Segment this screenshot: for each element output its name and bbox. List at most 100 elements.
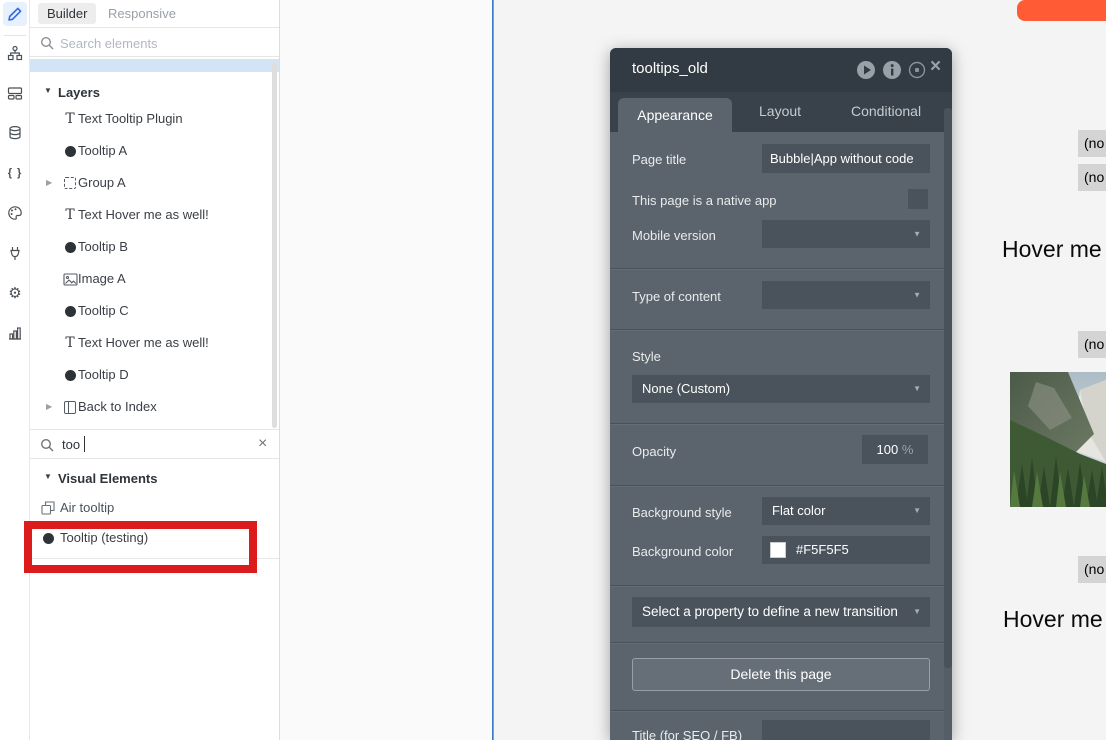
canvas-hover-text[interactable]: Hover me xyxy=(1002,236,1102,263)
dialog-scrollbar-thumb[interactable] xyxy=(944,108,952,668)
visual-elements-section-header[interactable]: ▼ Visual Elements xyxy=(30,468,279,490)
chevron-down-icon: ▼ xyxy=(913,291,921,300)
section-divider xyxy=(610,268,952,269)
background-color-label: Background color xyxy=(632,544,733,559)
plugins-plug-icon[interactable] xyxy=(3,241,27,265)
type-of-content-label: Type of content xyxy=(632,289,721,304)
search-result-item[interactable]: Air tooltip xyxy=(30,496,279,520)
chevron-down-icon: ▼ xyxy=(44,472,52,481)
air-tooltip-icon xyxy=(40,500,56,516)
transition-dropdown[interactable]: Select a property to define a new transi… xyxy=(632,597,930,627)
logs-chart-icon[interactable] xyxy=(3,321,27,345)
style-dropdown[interactable]: None (Custom) ▼ xyxy=(632,375,930,403)
chevron-right-icon[interactable]: ▶ xyxy=(46,402,52,411)
canvas-image-element[interactable] xyxy=(1010,372,1106,507)
tab-appearance[interactable]: Appearance xyxy=(618,98,732,132)
bubble-editor: (no (no Hover me (no xyxy=(0,0,1106,740)
layer-item[interactable]: Tooltip C xyxy=(30,299,279,323)
tooltip-circle-icon xyxy=(62,239,78,255)
layer-item[interactable]: Tooltip A xyxy=(30,139,279,163)
notes-comment-icon[interactable] xyxy=(907,60,927,80)
delete-page-button[interactable]: Delete this page xyxy=(632,658,930,691)
canvas-text-truncated[interactable]: (no xyxy=(1078,331,1106,358)
search-elements-field[interactable]: Search elements xyxy=(30,29,279,57)
element-name-title[interactable]: tooltips_old xyxy=(632,60,708,77)
search-result-item[interactable]: Tooltip (testing) xyxy=(30,526,279,550)
close-icon[interactable]: × xyxy=(930,57,941,76)
tab-conditional[interactable]: Conditional xyxy=(851,103,921,119)
editor-nav-strip: { } ⚙ xyxy=(0,0,30,740)
layer-item[interactable]: ▶ Back to Index xyxy=(30,395,279,419)
strip-divider xyxy=(4,35,26,36)
section-divider xyxy=(610,585,952,586)
preview-play-icon[interactable] xyxy=(856,60,876,80)
selected-row-sliver[interactable] xyxy=(30,59,279,72)
layer-item[interactable]: T Text Hover me as well! xyxy=(30,203,279,227)
search-placeholder: Search elements xyxy=(60,36,158,51)
info-icon[interactable] xyxy=(882,60,902,80)
element-tree-icon[interactable] xyxy=(3,41,27,65)
section-divider xyxy=(610,642,952,643)
clear-search-icon[interactable]: × xyxy=(258,435,267,453)
tooltip-circle-icon xyxy=(62,143,78,159)
mountain-photo-graphic xyxy=(1010,372,1106,507)
tab-responsive[interactable]: Responsive xyxy=(108,6,176,21)
canvas-text-truncated[interactable]: (no xyxy=(1078,130,1106,157)
layer-item[interactable]: ▶ Group A xyxy=(30,171,279,195)
design-pencil-icon[interactable] xyxy=(3,2,27,26)
opacity-input[interactable]: 100 % xyxy=(862,435,928,464)
tab-builder[interactable]: Builder xyxy=(38,3,96,24)
section-divider xyxy=(610,710,952,711)
canvas-hover-text[interactable]: Hover me xyxy=(1003,606,1103,633)
reusable-element-icon xyxy=(62,399,78,415)
tooltip-circle-icon xyxy=(40,530,56,546)
dialog-tabbar: Appearance Layout Conditional xyxy=(610,92,952,132)
tooltip-circle-icon xyxy=(62,367,78,383)
color-swatch[interactable] xyxy=(770,542,786,558)
layer-item[interactable]: T Text Hover me as well! xyxy=(30,331,279,355)
layer-item[interactable]: T Text Tooltip Plugin xyxy=(30,107,279,131)
transition-placeholder: Select a property to define a new transi… xyxy=(642,604,898,619)
chevron-down-icon: ▼ xyxy=(913,497,921,525)
opacity-label: Opacity xyxy=(632,444,676,459)
style-label: Style xyxy=(632,349,661,364)
page-guide-orange xyxy=(493,0,494,740)
canvas-text-truncated[interactable]: (no xyxy=(1078,164,1106,191)
page-layout-icon[interactable] xyxy=(3,81,27,105)
background-style-label: Background style xyxy=(632,505,732,520)
dialog-header-dragbar[interactable]: tooltips_old × xyxy=(610,48,952,92)
seo-title-label: Title (for SEO / FB) xyxy=(632,728,742,740)
backend-braces-icon[interactable]: { } xyxy=(3,161,27,185)
chevron-right-icon[interactable]: ▶ xyxy=(46,178,52,187)
element-search-input[interactable]: too × xyxy=(30,429,279,459)
layer-item[interactable]: Image A xyxy=(30,267,279,291)
sidebar-tabbar: Builder Responsive xyxy=(30,0,279,28)
layer-item[interactable]: Tooltip D xyxy=(30,363,279,387)
type-of-content-dropdown[interactable]: ▼ xyxy=(762,281,930,309)
text-element-icon: T xyxy=(62,111,78,127)
chevron-down-icon: ▼ xyxy=(913,230,921,239)
native-app-checkbox[interactable] xyxy=(908,189,928,209)
background-style-dropdown[interactable]: Flat color ▼ xyxy=(762,497,930,525)
sidebar-scrollbar-thumb[interactable] xyxy=(272,62,277,428)
mobile-version-label: Mobile version xyxy=(632,228,716,243)
chevron-down-icon: ▼ xyxy=(913,597,921,627)
chevron-down-icon: ▼ xyxy=(44,86,52,95)
text-caret xyxy=(84,436,85,452)
canvas-text-truncated[interactable]: (no xyxy=(1078,556,1106,583)
layers-section-header[interactable]: ▼ Layers xyxy=(30,82,279,104)
tab-layout[interactable]: Layout xyxy=(759,103,801,119)
page-title-input[interactable]: Bubble|App without code xyxy=(762,144,930,173)
mobile-version-dropdown[interactable]: ▼ xyxy=(762,220,930,248)
seo-title-input[interactable] xyxy=(762,720,930,740)
layer-item[interactable]: Tooltip B xyxy=(30,235,279,259)
element-search-value: too xyxy=(62,437,80,452)
section-divider xyxy=(610,485,952,486)
styles-palette-icon[interactable] xyxy=(3,201,27,225)
database-icon[interactable] xyxy=(3,121,27,145)
style-dropdown-value: None (Custom) xyxy=(642,381,730,396)
settings-gear-icon[interactable]: ⚙ xyxy=(3,281,27,305)
native-app-label: This page is a native app xyxy=(632,193,777,208)
canvas-button-element[interactable] xyxy=(1017,0,1106,21)
background-color-field[interactable]: #F5F5F5 xyxy=(762,536,930,564)
